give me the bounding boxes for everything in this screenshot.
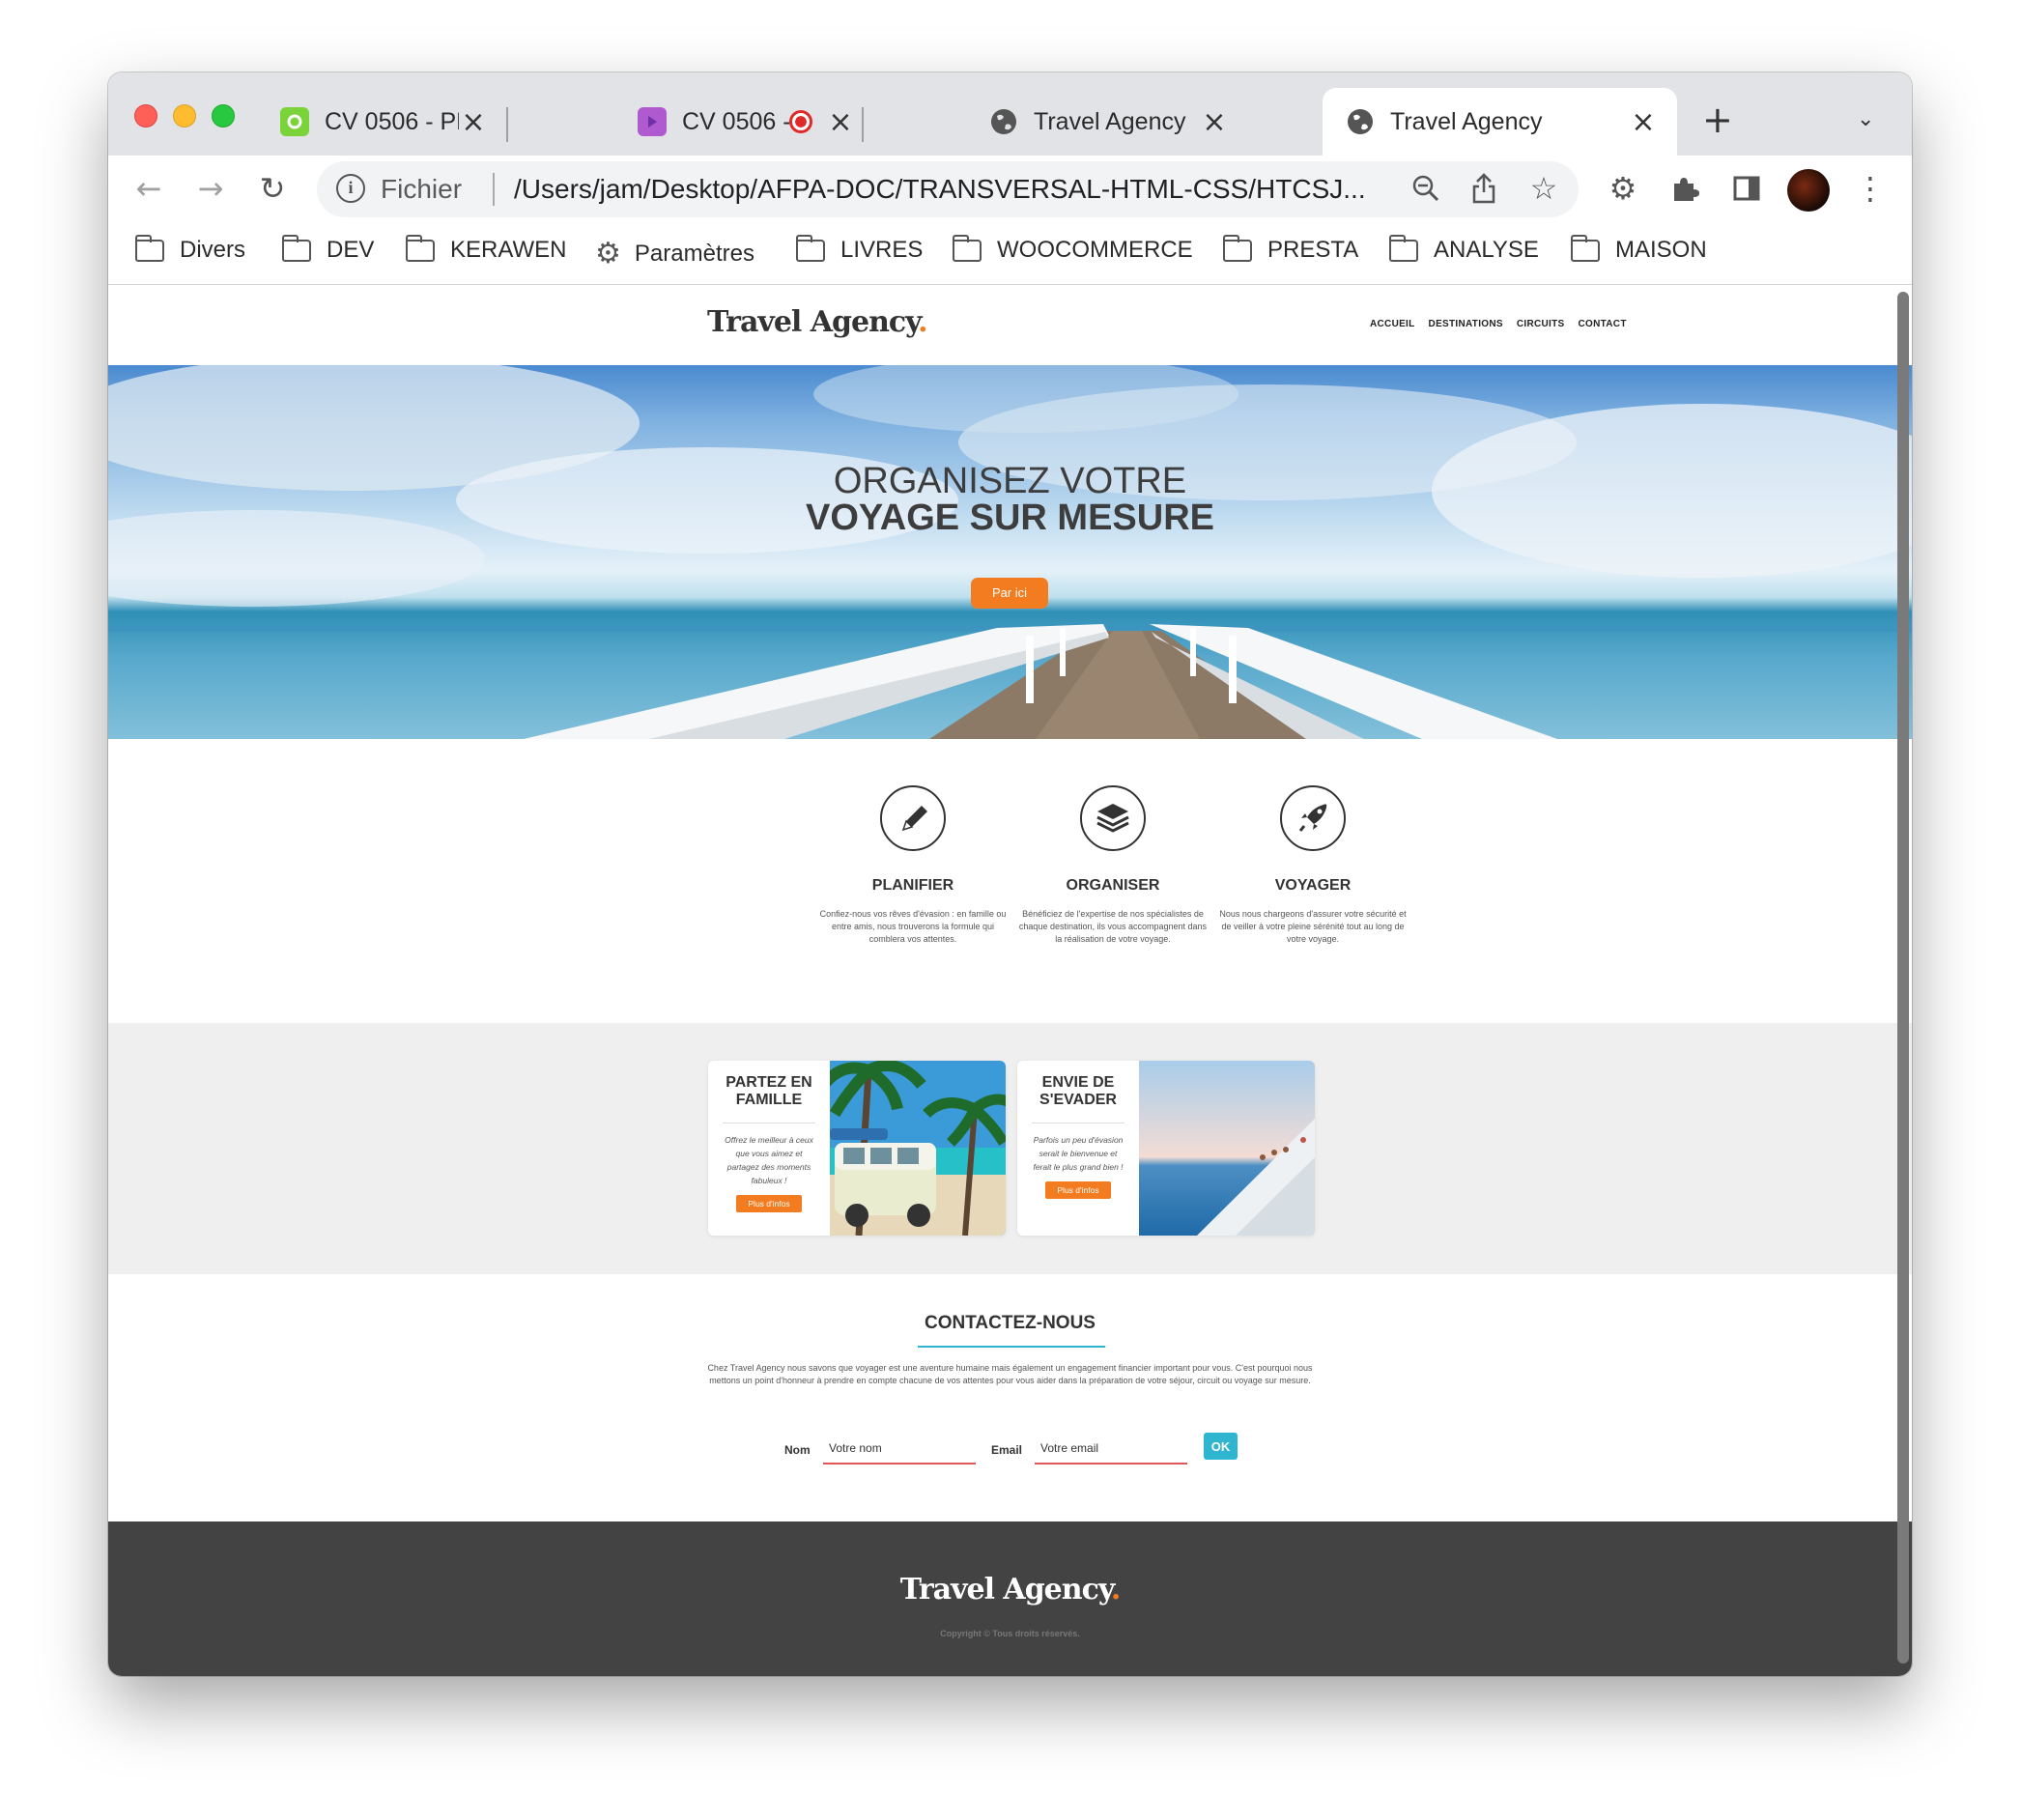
minimize-window-button[interactable] <box>173 104 196 128</box>
tab-travel-agency-1[interactable]: Travel Agency × <box>989 88 1229 156</box>
hero-cta-button[interactable]: Par ici <box>971 578 1048 609</box>
tab-close-icon[interactable]: × <box>826 105 855 139</box>
van-beach-image <box>830 1061 1006 1236</box>
promo-title: PARTEZ EN FAMILLE <box>726 1074 812 1108</box>
page-scrollbar[interactable] <box>1897 292 1909 1664</box>
browser-toolbar: ← → ↻ i Fichier /Users/jam/Desktop/AFPA-… <box>108 156 1912 223</box>
forward-arrow-icon[interactable]: → <box>189 167 232 210</box>
bookmark-parametres[interactable]: ⚙ Paramètres <box>595 237 754 270</box>
hero-pier-image <box>108 365 1912 739</box>
folder-icon <box>405 234 435 262</box>
tab-search-chevron-icon[interactable]: ⌄ <box>1857 107 1874 131</box>
bookmark-star-icon[interactable]: ☆ <box>1523 167 1565 210</box>
submit-button[interactable]: OK <box>1204 1433 1238 1460</box>
tab-close-icon[interactable]: × <box>1629 105 1658 139</box>
name-label: Nom <box>784 1443 811 1457</box>
folder-icon <box>281 234 311 262</box>
contact-underline <box>918 1346 1105 1348</box>
pencil-icon <box>880 785 946 851</box>
site-logo[interactable]: Travel Agency. <box>707 305 928 339</box>
promo-text: Parfois un peu d'évasion serait le bienv… <box>1033 1135 1124 1172</box>
site-footer: Travel Agency. Copyright © Tous droits r… <box>108 1521 1912 1676</box>
tab-cv-1[interactable]: CV 0506 - PM × <box>280 88 488 156</box>
omnibox-separator <box>493 173 495 206</box>
seaside-cliff-image <box>1139 1061 1315 1236</box>
contact-intro: Chez Travel Agency nous savons que voyag… <box>707 1363 1313 1385</box>
bookmark-kerawen[interactable]: KERAWEN <box>405 234 566 264</box>
close-window-button[interactable] <box>134 104 157 128</box>
bookmark-divers[interactable]: Divers <box>134 234 245 264</box>
extensions-puzzle-icon[interactable] <box>1664 167 1706 210</box>
bookmark-dev[interactable]: DEV <box>281 234 374 264</box>
tab-travel-agency-active[interactable]: Travel Agency × <box>1323 88 1677 156</box>
promo-section: PARTEZ EN FAMILLE Offrez le meilleur à c… <box>108 1023 1912 1274</box>
folder-icon <box>1222 234 1252 262</box>
nav-contact[interactable]: CONTACT <box>1578 319 1626 329</box>
globe-icon <box>989 107 1018 136</box>
share-icon[interactable] <box>1463 167 1505 210</box>
promo-more-button[interactable]: Plus d'infos <box>736 1195 802 1212</box>
new-tab-plus-icon[interactable]: + <box>1702 99 1733 141</box>
scheme-label: Fichier <box>381 174 463 204</box>
folder-icon <box>1388 234 1418 262</box>
bookmarks-bar: Divers DEV KERAWEN ⚙ Paramètres LIVRES WO… <box>108 223 1912 285</box>
url-text[interactable]: /Users/jam/Desktop/AFPA-DOC/TRANSVERSAL-… <box>514 174 1366 205</box>
layers-icon <box>1080 785 1146 851</box>
bookmark-maison[interactable]: MAISON <box>1570 234 1707 264</box>
extension-gear-icon[interactable]: ⚙ <box>1602 167 1644 210</box>
features-section: PLANIFIER Confiez-nous vos rêves d'évasi… <box>108 739 1912 1023</box>
tab-close-icon[interactable]: × <box>459 105 488 139</box>
site-nav: ACCUEIL DESTINATIONS CIRCUITS CONTACT <box>1370 319 1627 329</box>
contact-title: CONTACTEZ-NOUS <box>925 1313 1096 1333</box>
purple-app-icon <box>638 107 667 136</box>
site-header: Travel Agency. ACCUEIL DESTINATIONS CIRC… <box>108 286 1912 365</box>
address-bar[interactable]: i Fichier /Users/jam/Desktop/AFPA-DOC/TR… <box>317 161 1579 217</box>
back-arrow-icon[interactable]: ← <box>128 167 170 210</box>
tab-separator <box>862 107 864 142</box>
tab-close-icon[interactable]: × <box>1200 105 1229 139</box>
tab-strip: CV 0506 - PM × CV 0506 - PM - ( × Travel… <box>108 72 1912 156</box>
profile-avatar[interactable] <box>1787 169 1830 212</box>
bookmark-presta[interactable]: PRESTA <box>1222 234 1358 264</box>
browser-window: CV 0506 - PM × CV 0506 - PM - ( × Travel… <box>108 72 1912 1676</box>
rocket-icon <box>1280 785 1346 851</box>
hero-title-line1: ORGANISEZ VOTRE <box>833 461 1187 501</box>
email-label: Email <box>991 1443 1023 1457</box>
side-panel-icon[interactable] <box>1725 167 1768 210</box>
name-input[interactable] <box>823 1434 976 1465</box>
folder-icon <box>1570 234 1600 262</box>
promo-title: ENVIE DE S'EVADER <box>1039 1074 1117 1108</box>
tab-cv-2[interactable]: CV 0506 - PM - ( × <box>638 88 855 156</box>
globe-icon <box>1346 107 1375 136</box>
contact-section: CONTACTEZ-NOUS Chez Travel Agency nous s… <box>108 1274 1912 1521</box>
promo-card-evasion: ENVIE DE S'EVADER Parfois un peu d'évasi… <box>1017 1061 1315 1236</box>
footer-logo[interactable]: Travel Agency. <box>108 1573 1912 1607</box>
info-icon[interactable]: i <box>336 174 365 203</box>
reload-icon[interactable]: ↻ <box>251 167 294 210</box>
hero-banner: ORGANISEZ VOTRE VOYAGE SUR MESURE Par ic… <box>108 365 1912 739</box>
zoom-out-icon[interactable] <box>1405 167 1447 210</box>
recording-icon <box>789 110 812 133</box>
bookmark-analyse[interactable]: ANALYSE <box>1388 234 1539 264</box>
bookmark-woocommerce[interactable]: WOOCOMMERCE <box>952 234 1193 264</box>
tab-separator <box>506 107 508 142</box>
green-app-icon <box>280 107 309 136</box>
gear-icon: ⚙ <box>595 237 621 270</box>
promo-card-famille: PARTEZ EN FAMILLE Offrez le meilleur à c… <box>708 1061 1006 1236</box>
nav-circuits[interactable]: CIRCUITS <box>1517 319 1565 329</box>
folder-icon <box>795 234 825 262</box>
folder-icon <box>952 234 982 262</box>
email-input[interactable] <box>1035 1434 1187 1465</box>
hero-title-line2: VOYAGE SUR MESURE <box>805 498 1215 538</box>
bookmark-livres[interactable]: LIVRES <box>795 234 923 264</box>
copyright-text: Copyright © Tous droits réservés. <box>940 1629 1080 1638</box>
nav-destinations[interactable]: DESTINATIONS <box>1429 319 1503 329</box>
browser-menu-icon[interactable]: ⋮ <box>1849 167 1892 210</box>
page-viewport: Travel Agency. ACCUEIL DESTINATIONS CIRC… <box>108 286 1912 1676</box>
nav-accueil[interactable]: ACCUEIL <box>1370 319 1415 329</box>
promo-text: Offrez le meilleur à ceux que vous aimez… <box>725 1135 813 1185</box>
zoom-window-button[interactable] <box>212 104 235 128</box>
folder-icon <box>134 234 164 262</box>
promo-more-button[interactable]: Plus d'infos <box>1045 1181 1111 1199</box>
